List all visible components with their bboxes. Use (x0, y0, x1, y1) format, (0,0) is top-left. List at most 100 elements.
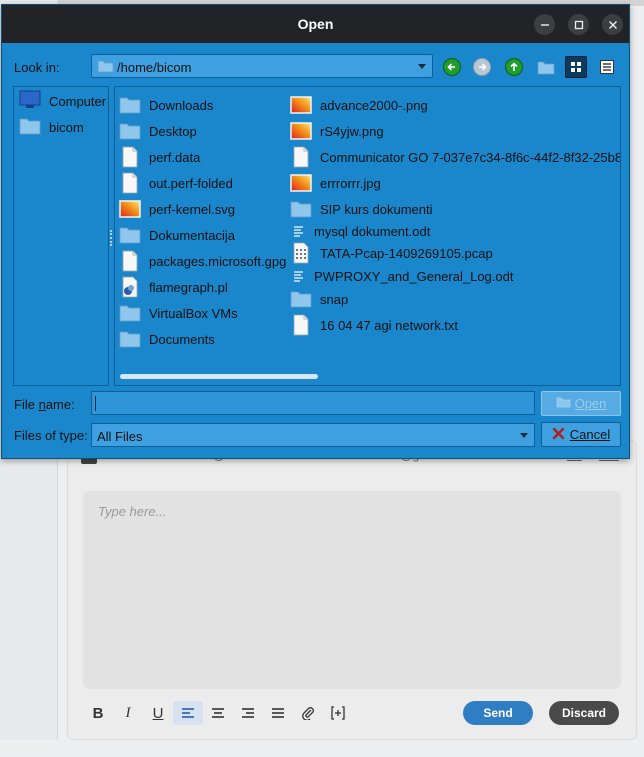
sidebar-item-bicom[interactable]: bicom (19, 116, 84, 138)
folder-icon (19, 117, 41, 138)
file-name-input[interactable] (91, 391, 535, 415)
pane-splitter[interactable] (110, 230, 112, 246)
document-icon (292, 224, 306, 238)
file-item[interactable]: VirtualBox VMs (119, 302, 238, 324)
open-folder-icon (556, 396, 571, 411)
cancel-label: Cancel (569, 427, 611, 442)
file-item-label: VirtualBox VMs (149, 305, 238, 321)
file-item[interactable]: perf.data (119, 146, 200, 168)
file-item[interactable]: perf-kernel.svg (119, 198, 235, 220)
file-icon (119, 250, 141, 272)
insert-variable-icon[interactable] (323, 701, 353, 725)
file-item[interactable]: rS4yjw.png (290, 120, 384, 142)
sidebar-item-computer[interactable]: Computer (19, 90, 106, 112)
back-icon[interactable] (443, 58, 461, 76)
icon-view-icon[interactable] (565, 56, 587, 78)
file-item-label: Documents (149, 331, 215, 347)
image-file-icon (290, 96, 312, 114)
file-item-label: errrorrr.jpg (320, 175, 381, 191)
italic-icon[interactable]: I (113, 701, 143, 725)
folder-icon (290, 290, 312, 308)
file-item-label: rS4yjw.png (320, 123, 384, 139)
align-left-icon[interactable] (173, 701, 203, 725)
file-item[interactable]: advance2000-.png (290, 94, 428, 116)
look-in-label: Look in: (14, 60, 60, 75)
file-item[interactable]: TATA-Pcap-1409269105.pcap (290, 242, 493, 264)
look-in-combo[interactable]: /home/bicom (91, 54, 433, 78)
chevron-down-icon (520, 433, 528, 438)
file-item-label: mysql dokument.odt (314, 223, 431, 239)
file-item[interactable]: Communicator GO 7-037e7c34-8f6c-44f2-8f3… (290, 146, 621, 168)
forward-icon[interactable] (473, 58, 491, 76)
file-type-combo[interactable]: All Files (91, 423, 535, 447)
image-file-icon (290, 122, 312, 140)
open-label: Open (574, 396, 607, 411)
file-item-label: flamegraph.pl (149, 279, 228, 295)
discard-button[interactable]: Discard (549, 701, 619, 725)
open-button[interactable]: Open (541, 391, 621, 416)
message-editor[interactable]: Type here... (83, 491, 621, 689)
align-center-icon[interactable] (203, 701, 233, 725)
file-item[interactable]: mysql dokument.odt (292, 220, 430, 242)
horizontal-scrollbar[interactable] (120, 374, 318, 379)
justify-icon[interactable] (263, 701, 293, 725)
file-icon (290, 146, 312, 168)
file-item[interactable]: errrorrr.jpg (290, 172, 381, 194)
file-icon (119, 146, 141, 168)
file-item-label: SIP kurs dokumenti (320, 201, 433, 217)
folder-icon (119, 96, 141, 114)
attach-icon[interactable] (293, 701, 323, 725)
parent-folder-icon[interactable] (505, 58, 523, 76)
file-item[interactable]: Documents (119, 328, 215, 350)
file-item-label: 16 04 47 agi network.txt (320, 317, 459, 333)
chevron-down-icon (418, 64, 426, 69)
file-item[interactable]: Dokumentacija (119, 224, 235, 246)
folder-icon (97, 59, 114, 76)
file-item-label: advance2000-.png (320, 97, 428, 113)
file-item[interactable]: snap (290, 288, 348, 310)
file-list: Downloads Desktop perf.data out.perf-folded… (114, 86, 621, 386)
file-name-label: File name: (14, 397, 75, 412)
dialog-titlebar: Open (2, 5, 629, 43)
current-path: /home/bicom (117, 60, 192, 75)
file-item[interactable]: flamegraph.pl (119, 276, 228, 298)
image-file-icon (119, 200, 141, 218)
underline-icon[interactable]: U (143, 701, 173, 725)
file-item[interactable]: Desktop (119, 120, 197, 142)
file-item[interactable]: packages.microsoft.gpg (119, 250, 286, 272)
binary-file-icon (290, 242, 312, 264)
file-item-label: Dokumentacija (149, 227, 235, 243)
file-item-label: PWPROXY_and_General_Log.odt (314, 268, 514, 284)
file-item[interactable]: SIP kurs dokumenti (290, 198, 432, 220)
file-item-label: Desktop (149, 123, 197, 139)
file-item-label: out.perf-folded (149, 175, 233, 191)
cancel-x-icon (552, 427, 565, 443)
align-right-icon[interactable] (233, 701, 263, 725)
close-icon[interactable] (602, 14, 623, 35)
sidebar-item-label: bicom (49, 119, 84, 135)
send-button[interactable]: Send (463, 701, 533, 725)
cancel-button[interactable]: Cancel (541, 422, 621, 447)
file-item-label: Communicator GO 7-037e7c34-8f6c-44f2-8f3… (320, 149, 621, 165)
file-type-value: All Files (97, 429, 143, 444)
file-icon (119, 172, 141, 194)
file-item[interactable]: Downloads (119, 94, 213, 116)
file-item[interactable]: 16 04 47 agi network.txt (290, 314, 458, 336)
background-bottom-strip (0, 740, 644, 757)
detail-view-icon[interactable] (596, 56, 618, 78)
text-caret (95, 396, 96, 411)
folder-icon (119, 122, 141, 140)
minimize-icon[interactable] (534, 14, 555, 35)
script-file-icon (119, 276, 141, 298)
file-item-label: TATA-Pcap-1409269105.pcap (320, 245, 493, 261)
new-folder-icon[interactable] (535, 56, 557, 78)
file-item[interactable]: PWPROXY_and_General_Log.odt (292, 265, 513, 287)
files-of-type-label: Files of type: (14, 428, 88, 443)
folder-icon (119, 330, 141, 348)
places-sidebar: Computer bicom (13, 86, 109, 386)
file-item[interactable]: out.perf-folded (119, 172, 233, 194)
document-icon (292, 269, 306, 283)
file-item-label: snap (320, 291, 349, 307)
maximize-icon[interactable] (568, 14, 589, 35)
bold-icon[interactable]: B (83, 701, 113, 725)
